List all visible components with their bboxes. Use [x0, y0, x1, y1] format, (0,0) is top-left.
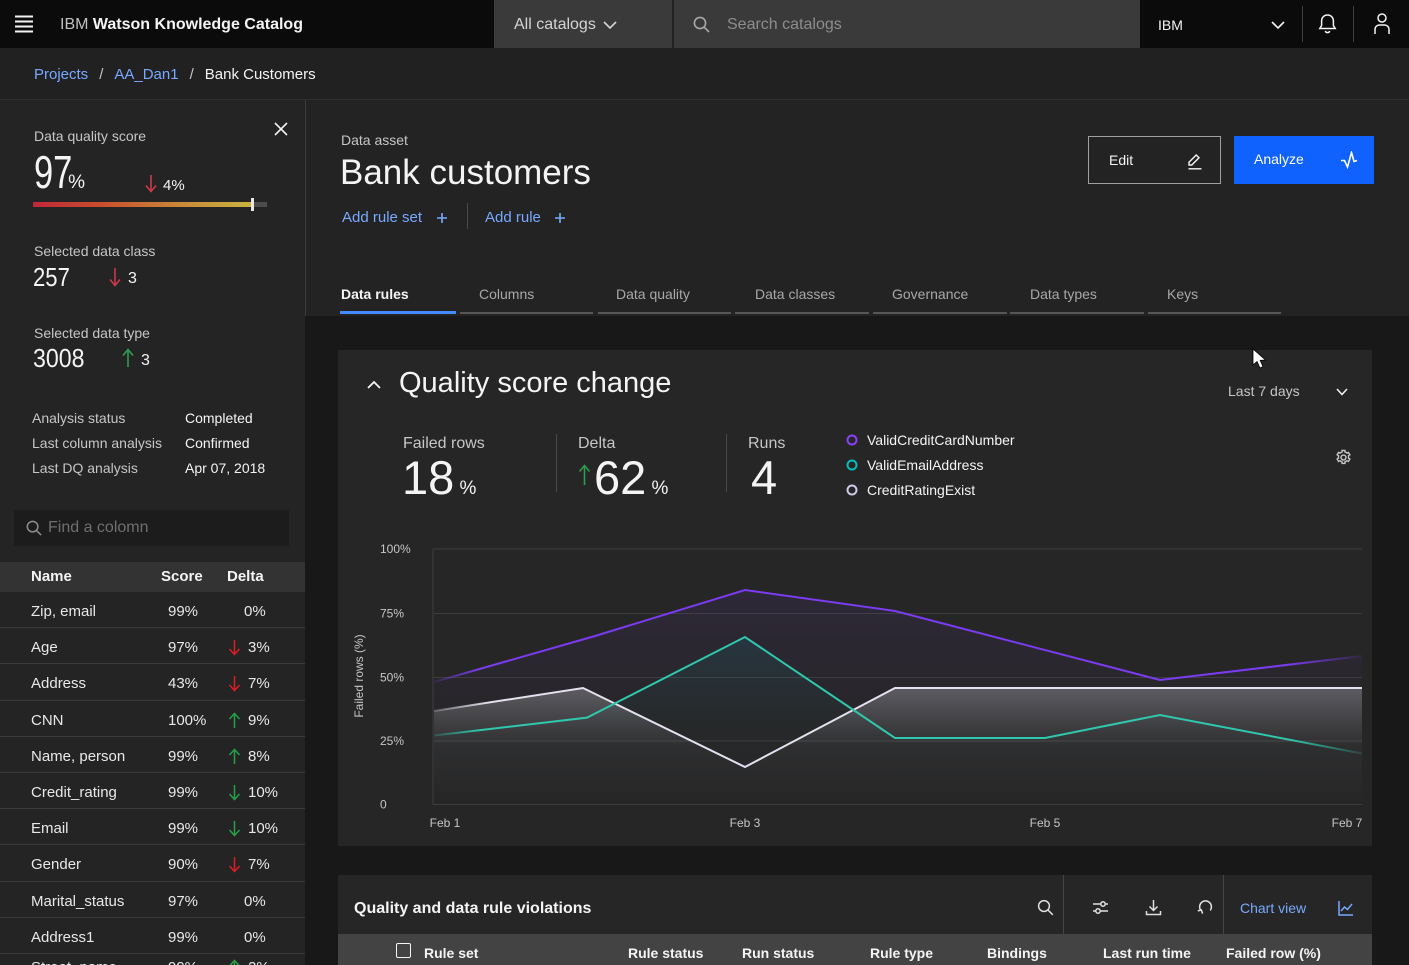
svg-text:25%: 25%: [380, 734, 404, 748]
svg-text:75%: 75%: [380, 607, 404, 621]
svg-text:Feb 5: Feb 5: [1030, 816, 1061, 830]
svg-text:100%: 100%: [380, 542, 411, 556]
svg-text:Feb 7: Feb 7: [1332, 816, 1363, 830]
svg-text:Failed rows (%): Failed rows (%): [352, 634, 366, 717]
svg-text:0: 0: [380, 798, 387, 812]
svg-text:Feb 3: Feb 3: [730, 816, 761, 830]
svg-text:50%: 50%: [380, 671, 404, 685]
svg-text:Feb 1: Feb 1: [430, 816, 461, 830]
